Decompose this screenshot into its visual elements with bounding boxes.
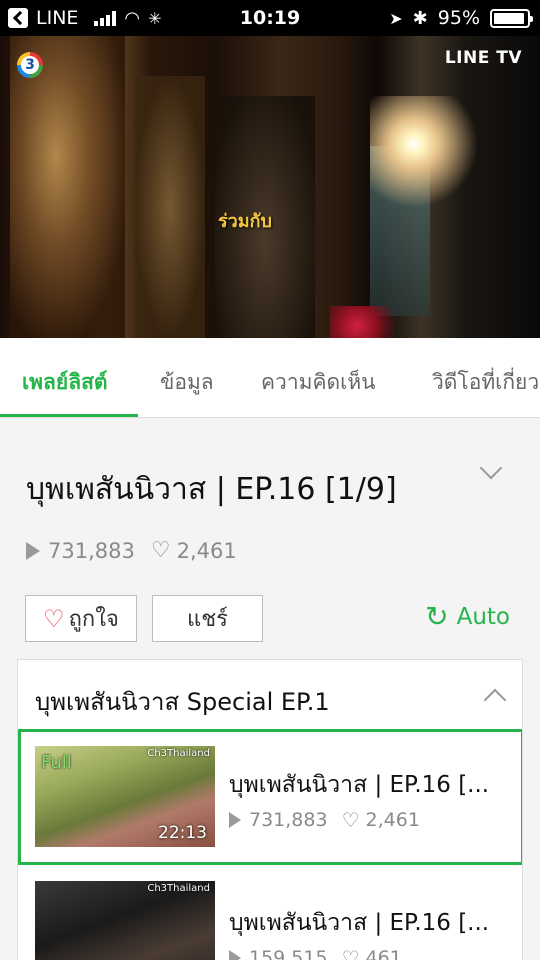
episode-view-count: 731,883 [249,809,328,831]
tab-comments[interactable]: ความคิดเห็น [261,366,376,399]
like-button[interactable]: ♡ ถูกใจ [25,595,137,642]
chevron-up-icon[interactable] [483,688,507,712]
battery-percent: 95% [437,7,480,29]
playlist-panel: บุพเพสันนิวาส Special EP.1 Full Ch3Thail… [17,659,523,960]
episode-thumbnail[interactable]: Ch3Thailand [35,881,215,960]
episode-like-count: 461 [365,947,402,960]
ch3thailand-watermark: Ch3Thailand [147,748,210,759]
tab-related-videos[interactable]: วิดีโอที่เกี่ยว [432,366,539,399]
location-icon: ➤ [389,8,403,28]
video-title: บุพเพสันนิวาส | EP.16 [1/9] [26,472,397,507]
ch3thailand-watermark: Ch3Thailand [147,883,210,894]
video-caption: ร่วมกับ [218,211,272,232]
heart-outline-icon: ♡ [341,946,360,960]
autoplay-label: Auto [456,604,510,630]
view-count: 731,883 [48,539,135,563]
like-count: 2,461 [176,539,237,563]
video-stats: 731,883 ♡ 2,461 [26,539,237,563]
bluetooth-icon: ✱ [412,7,428,29]
playlist-item[interactable]: Full Ch3Thailand 22:13 บุพเพสันนิวาส | E… [18,729,522,865]
autoplay-sync-icon: ↻ [425,600,449,633]
tab-playlist[interactable]: เพลย์ลิสต์ [22,366,108,399]
play-count-icon [229,812,241,828]
like-button-label: ถูกใจ [68,607,119,632]
episode-stats: 159,515 ♡ 461 [229,947,402,960]
share-button[interactable]: แชร์ [152,595,263,642]
play-count-icon [26,542,40,560]
video-player[interactable]: ร่วมกับ [0,36,540,338]
full-badge: Full [41,752,72,773]
episode-title: บุพเพสันนิวาส | EP.16 [... [229,910,490,936]
heart-outline-icon: ♡ [341,808,360,832]
play-count-icon [229,950,241,960]
playlist-item[interactable]: Ch3Thailand บุพเพสันนิวาส | EP.16 [... 1… [18,867,522,960]
heart-icon: ♡ [43,604,65,633]
tab-bar: เพลย์ลิสต์ ข้อมูล ความคิดเห็น วิดีโอที่เ… [0,338,540,418]
episode-view-count: 159,515 [249,947,328,960]
episode-thumbnail[interactable]: Full Ch3Thailand 22:13 [35,746,215,847]
heart-outline-icon: ♡ [150,538,171,563]
tab-info[interactable]: ข้อมูล [160,366,214,399]
playlist-title: บุพเพสันนิวาส Special EP.1 [35,688,330,716]
linetv-logo: LINE TV [444,48,522,68]
episode-like-count: 2,461 [365,809,420,831]
active-tab-indicator [0,414,138,417]
episode-duration: 22:13 [158,823,207,843]
share-button-label: แชร์ [187,607,228,632]
status-bar: LINE ◠ ✳ 10:19 ➤ ✱ 95% [0,0,540,36]
episode-title: บุพเพสันนิวาส | EP.16 [... [229,772,490,798]
autoplay-toggle[interactable]: ↻ Auto [425,603,510,631]
chevron-down-icon[interactable] [479,456,503,480]
episode-stats: 731,883 ♡ 2,461 [229,809,420,831]
channel3-logo-icon: 3 [17,52,43,78]
battery-icon [490,8,533,28]
